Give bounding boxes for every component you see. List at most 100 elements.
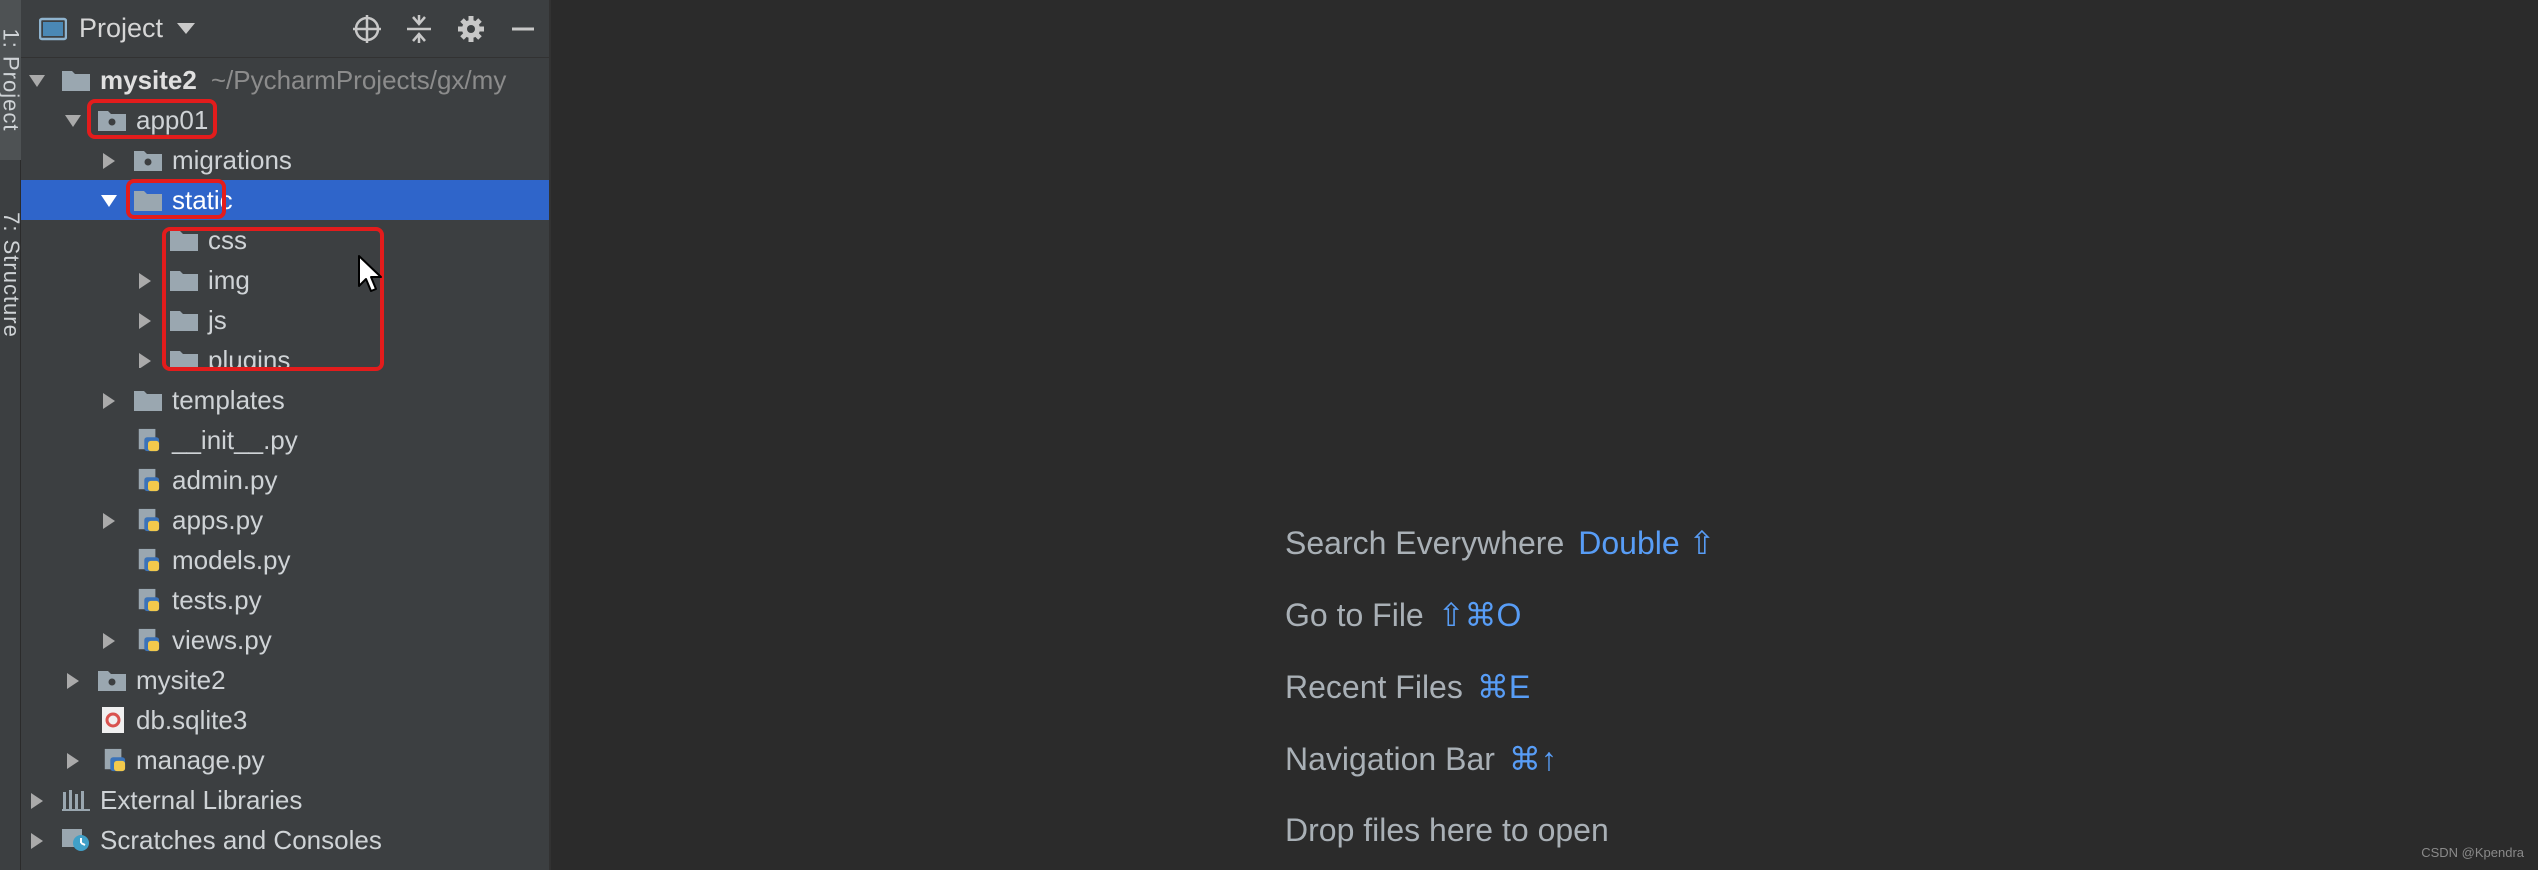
mouse-cursor-icon <box>358 255 382 292</box>
tab-project-label: 1: Project <box>0 28 24 132</box>
library-icon <box>62 790 90 811</box>
watermark: CSDN @Kpendra <box>2421 845 2524 860</box>
package-folder-icon <box>134 151 162 171</box>
hint-drop-files: Drop files here to open <box>1285 812 1609 849</box>
folder-icon <box>170 231 198 251</box>
tree-item-label: manage.py <box>136 745 265 775</box>
database-file-icon <box>102 707 124 733</box>
folder-icon <box>170 271 198 291</box>
chevron-right-icon[interactable] <box>139 313 151 329</box>
chevron-down-icon[interactable] <box>177 23 196 34</box>
python-file-icon <box>138 548 160 572</box>
chevron-right-icon[interactable] <box>103 393 115 409</box>
hint-label: Search Everywhere <box>1285 525 1565 561</box>
collapse-all-icon[interactable] <box>393 0 445 58</box>
project-window-icon <box>39 17 67 40</box>
tab-structure[interactable]: 7: Structure <box>0 185 24 365</box>
folder-icon <box>134 391 162 411</box>
locate-icon[interactable] <box>341 0 393 58</box>
panel-title[interactable]: Project <box>79 13 163 44</box>
chevron-right-icon[interactable] <box>103 633 115 649</box>
chevron-right-icon[interactable] <box>103 153 115 169</box>
tree-item-label: tests.py <box>172 585 262 615</box>
chevron-down-icon[interactable] <box>101 195 117 207</box>
tree-row-root[interactable]: mysite2 ~/PycharmProjects/gx/my <box>21 60 549 100</box>
chevron-right-icon[interactable] <box>67 673 79 689</box>
chevron-right-icon[interactable] <box>103 513 115 529</box>
panel-header: Project <box>21 0 549 58</box>
tree-item-label: mysite2 ~/PycharmProjects/gx/my <box>100 65 507 95</box>
tree-row-img[interactable]: img <box>21 260 549 300</box>
tree-item-label: __init__.py <box>172 425 298 455</box>
tree-row-scratches[interactable]: Scratches and Consoles <box>21 820 549 860</box>
tree-item-label: db.sqlite3 <box>136 705 248 735</box>
tree-row-db-sqlite3[interactable]: db.sqlite3 <box>21 700 549 740</box>
chevron-down-icon[interactable] <box>29 75 45 87</box>
hint-search-everywhere[interactable]: Search Everywhere Double ⇧ <box>1285 524 1715 562</box>
tree-item-label: migrations <box>172 145 292 175</box>
tree-row-js[interactable]: js <box>21 300 549 340</box>
tree-row-plugins[interactable]: plugins <box>21 340 549 368</box>
hint-shortcut: ⌘↑ <box>1508 741 1557 777</box>
hint-shortcut: ⌘E <box>1476 669 1531 705</box>
tree-item-label: Scratches and Consoles <box>100 825 382 855</box>
tool-window-strip: 1: Project 7: Structure <box>0 0 24 870</box>
chevron-right-icon[interactable] <box>139 273 151 289</box>
chevron-right-icon[interactable] <box>139 353 151 368</box>
hint-label: Navigation Bar <box>1285 741 1495 777</box>
hint-label: Go to File <box>1285 597 1424 633</box>
tree-item-label: app01 <box>136 105 209 135</box>
chevron-right-icon[interactable] <box>67 753 79 769</box>
python-file-icon <box>138 508 160 532</box>
hint-go-to-file[interactable]: Go to File ⇧⌘O <box>1285 596 1521 634</box>
tree-item-label: External Libraries <box>100 785 303 815</box>
tree-item-label: apps.py <box>172 505 264 535</box>
project-panel: Project mysite2~/PycharmProjects/gx/my <box>21 0 551 870</box>
tree-row-init-py[interactable]: __init__.py <box>21 420 549 460</box>
tree-row-templates[interactable]: templates <box>21 380 549 420</box>
hint-navigation-bar[interactable]: Navigation Bar ⌘↑ <box>1285 740 1557 778</box>
tree-item-path: ~/PycharmProjects/gx/my <box>210 65 507 95</box>
chevron-down-icon[interactable] <box>65 115 81 127</box>
minimize-icon[interactable] <box>497 0 549 58</box>
tree-item-label: static <box>172 185 233 215</box>
folder-icon <box>62 71 90 91</box>
tree-row-admin-py[interactable]: admin.py <box>21 460 549 500</box>
python-file-icon <box>138 428 160 452</box>
chevron-right-icon[interactable] <box>31 793 43 809</box>
tree-row-manage-py[interactable]: manage.py <box>21 740 549 780</box>
editor-area[interactable]: Search Everywhere Double ⇧ Go to File ⇧⌘O … <box>551 0 2538 870</box>
tree-row-mysite2[interactable]: mysite2 <box>21 660 549 700</box>
gear-icon[interactable] <box>445 0 497 58</box>
python-file-icon <box>138 588 160 612</box>
tree-item-label: js <box>208 305 227 335</box>
tree-row-external-libraries[interactable]: External Libraries <box>21 780 549 820</box>
tree-row-tests-py[interactable]: tests.py <box>21 580 549 620</box>
tree-row-app01[interactable]: app01 <box>21 100 549 140</box>
python-file-icon <box>138 628 160 652</box>
tab-structure-label: 7: Structure <box>0 212 24 338</box>
tree-row-models-py[interactable]: models.py <box>21 540 549 580</box>
hint-label: Recent Files <box>1285 669 1463 705</box>
tree-row-css[interactable]: css <box>21 220 549 260</box>
tree-item-label: mysite2 <box>136 665 226 695</box>
tree-item-label: img <box>208 265 250 295</box>
tree-item-label: css <box>208 225 247 255</box>
chevron-right-icon[interactable] <box>31 833 43 849</box>
tree-row-apps-py[interactable]: apps.py <box>21 500 549 540</box>
tree-row-migrations[interactable]: migrations <box>21 140 549 180</box>
python-file-icon <box>138 468 160 492</box>
tab-project[interactable]: 1: Project <box>0 0 24 160</box>
tree-item-label: views.py <box>172 625 272 655</box>
scratches-icon <box>62 829 89 851</box>
panel-toolbar <box>341 0 549 58</box>
hint-recent-files[interactable]: Recent Files ⌘E <box>1285 668 1530 706</box>
tree-row-static[interactable]: static <box>21 180 549 220</box>
tree-item-label: templates <box>172 385 285 415</box>
package-folder-icon <box>98 111 126 131</box>
tree-row-views-py[interactable]: views.py <box>21 620 549 660</box>
tree-item-label: admin.py <box>172 465 278 495</box>
hint-shortcut: Double ⇧ <box>1578 525 1716 561</box>
hint-shortcut: ⇧⌘O <box>1437 597 1522 633</box>
package-folder-icon <box>98 671 126 691</box>
